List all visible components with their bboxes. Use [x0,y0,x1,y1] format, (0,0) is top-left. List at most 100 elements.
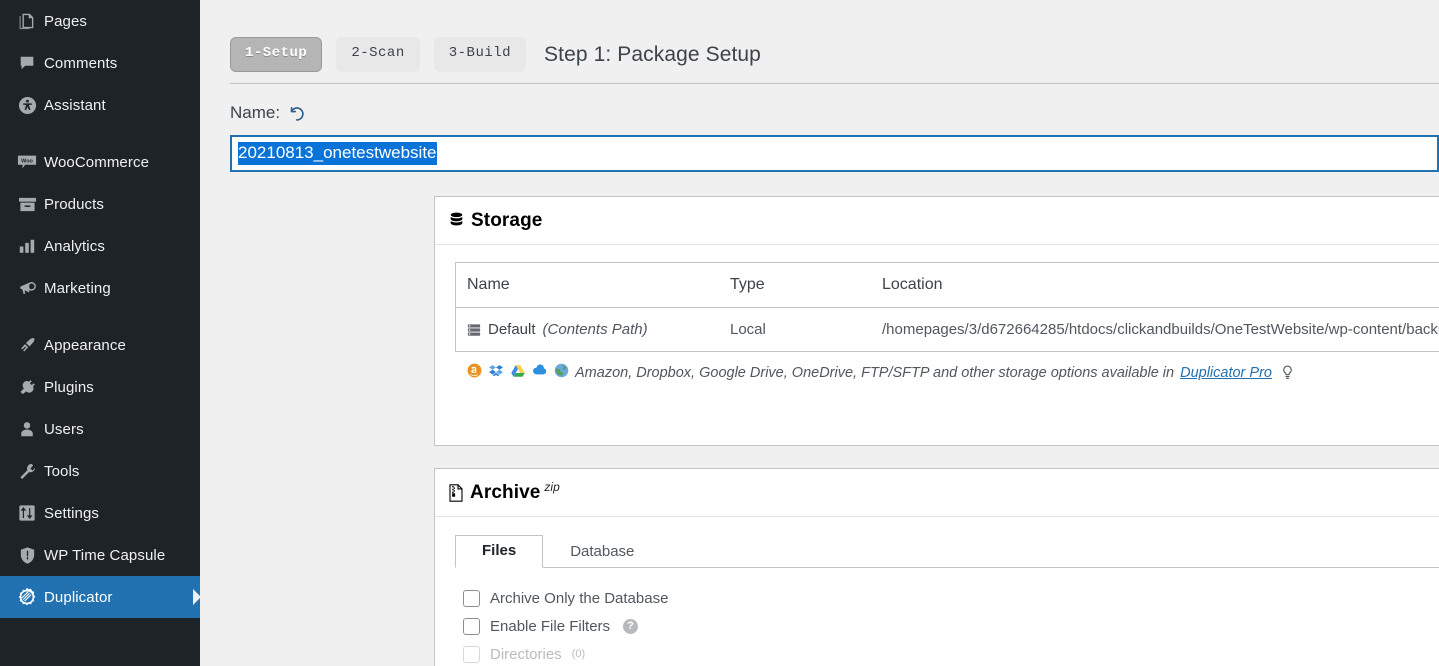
app-root: Pages Comments Assistant Woo WooCommerce [0,0,1439,666]
amazon-icon [467,363,482,382]
option-directories-cutoff[interactable]: Directories (0) [463,640,1439,666]
tools-icon [10,462,44,481]
server-icon [467,323,481,337]
tab-step-1-setup[interactable]: 1-Setup [230,37,322,71]
archive-options: Archive Only the Database Enable File Fi… [455,568,1439,666]
sidebar-item-label: WooCommerce [44,154,149,171]
storage-type: Local [730,321,882,338]
sidebar-item-label: Settings [44,505,99,522]
sidebar-item-plugins[interactable]: Plugins [0,366,200,408]
page-title: Step 1: Package Setup [544,43,761,67]
storage-name: Default [488,321,536,338]
package-name-label-row: Name: [230,100,1439,126]
sidebar-item-label: WP Time Capsule [44,547,165,564]
sidebar-item-marketing[interactable]: Marketing [0,267,200,309]
archive-body: Files Database Archive Only the Database… [435,517,1439,666]
sidebar-item-products[interactable]: Products [0,183,200,225]
archive-tabs: Files Database [455,535,1439,568]
checkbox-enable-file-filters[interactable] [463,618,480,635]
storage-providers-note: Amazon, Dropbox, Google Drive, OneDrive,… [455,352,1439,382]
sidebar-item-label: Comments [44,55,117,72]
package-name-value: 20210813_onetestwebsite [238,142,437,165]
package-name-input[interactable]: 20210813_onetestwebsite [230,135,1439,172]
tab-step-2-scan[interactable]: 2-Scan [336,37,419,71]
onedrive-icon [532,364,548,381]
sidebar-item-label: Analytics [44,238,105,255]
shield-icon [10,546,44,565]
option-archive-only-database[interactable]: Archive Only the Database [463,584,1439,612]
globe-icon [554,363,569,382]
google-drive-icon [510,363,526,382]
sidebar-item-assistant[interactable]: Assistant [0,84,200,126]
pages-icon [10,12,44,30]
sidebar-item-analytics[interactable]: Analytics [0,225,200,267]
step-tabs: 1-Setup 2-Scan 3-Build Step 1: Package S… [200,0,1439,83]
sidebar-item-label: Pages [44,13,87,30]
sidebar-item-comments[interactable]: Comments [0,42,200,84]
sidebar-separator [0,309,200,324]
package-name-label: Name: [230,103,280,123]
storage-table: Name Type Location [455,262,1439,352]
sidebar-item-label: Tools [44,463,80,480]
storage-name-cell: Default (Contents Path) [456,321,730,338]
sidebar-item-woocommerce[interactable]: Woo WooCommerce [0,141,200,183]
archive-panel-header: Archive zip [435,469,1439,517]
package-name-input-wrap: 20210813_onetestwebsite [230,135,1439,172]
comments-icon [10,54,44,72]
database-icon [449,212,464,229]
tab-database[interactable]: Database [543,536,661,569]
checkbox-directories[interactable] [463,646,480,663]
tab-files[interactable]: Files [455,535,543,569]
storage-heading: Storage [471,210,542,232]
revert-icon[interactable] [288,105,305,122]
header-divider [230,83,1439,84]
lightbulb-icon [1281,365,1294,380]
package-name-block: Name: 20210813_onetestwebsite [200,83,1439,172]
column-header-type: Type [730,276,882,294]
sidebar-item-appearance[interactable]: Appearance [0,324,200,366]
products-icon [10,196,44,213]
svg-text:Woo: Woo [21,159,33,165]
checkbox-archive-only-database[interactable] [463,590,480,607]
duplicator-icon [10,587,44,607]
tab-step-3-build[interactable]: 3-Build [434,37,526,71]
option-label: Directories [490,646,562,663]
sidebar-item-label: Marketing [44,280,111,297]
sidebar-item-label: Duplicator [44,589,113,606]
archive-format-label: zip [544,480,559,494]
sidebar-item-label: Assistant [44,97,106,114]
option-label: Enable File Filters [490,618,610,635]
storage-table-header: Name Type Location [456,263,1439,308]
sidebar-item-label: Appearance [44,337,126,354]
duplicator-pro-link[interactable]: Duplicator Pro [1180,365,1272,381]
directories-count: (0) [572,648,585,660]
sidebar-item-label: Products [44,196,104,213]
assistant-icon [10,96,44,115]
sidebar-separator [0,126,200,141]
main-content: 1-Setup 2-Scan 3-Build Step 1: Package S… [200,0,1439,666]
archive-heading: Archive [470,482,540,504]
sidebar-item-users[interactable]: Users [0,408,200,450]
option-enable-file-filters[interactable]: Enable File Filters ? [463,612,1439,640]
sidebar-item-label: Users [44,421,84,438]
column-header-name: Name [456,276,730,294]
table-row[interactable]: Default (Contents Path) Local /homepages… [456,308,1439,351]
sidebar-item-pages[interactable]: Pages [0,0,200,42]
sidebar-item-settings[interactable]: Settings [0,492,200,534]
sidebar-item-tools[interactable]: Tools [0,450,200,492]
sidebar-item-label: Plugins [44,379,94,396]
archive-file-icon [449,484,463,502]
storage-body: Name Type Location [435,245,1439,382]
analytics-icon [10,238,44,255]
storage-location: /homepages/3/d672664285/htdocs/clickandb… [882,321,1439,338]
storage-note-text: Amazon, Dropbox, Google Drive, OneDrive,… [575,365,1174,381]
option-label: Archive Only the Database [490,590,668,607]
help-icon[interactable]: ? [623,619,638,634]
storage-name-note: (Contents Path) [543,321,648,338]
sidebar-item-duplicator[interactable]: Duplicator [0,576,200,618]
plugins-icon [10,378,44,397]
sidebar-item-wp-time-capsule[interactable]: WP Time Capsule [0,534,200,576]
users-icon [10,420,44,438]
storage-panel-header: Storage [435,197,1439,245]
settings-icon [10,504,44,522]
